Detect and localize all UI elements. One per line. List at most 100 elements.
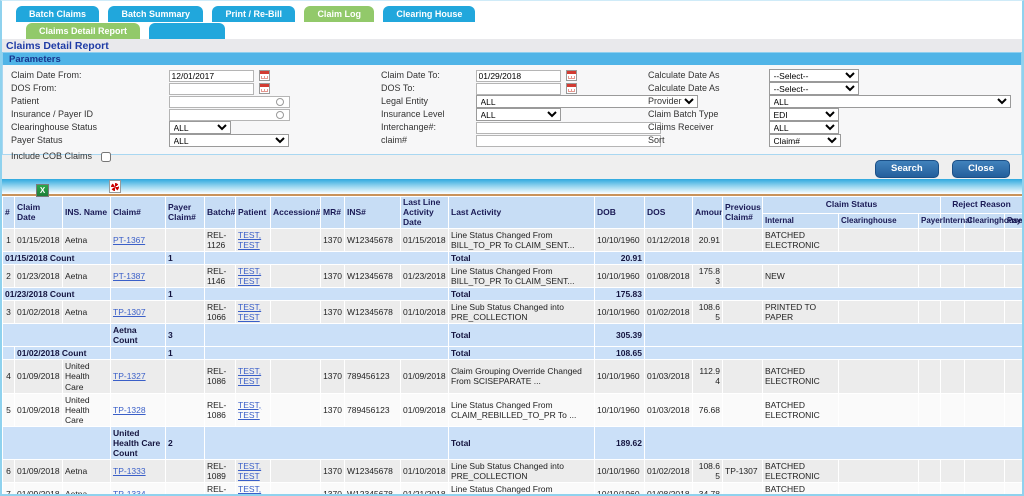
cell-st-payer	[917, 458, 942, 483]
cell-prev-claim: TP-1307	[722, 458, 763, 483]
col-header-last-activity: Last Activity	[448, 195, 595, 230]
total-label: Total	[448, 251, 595, 266]
claim-link[interactable]: PT-1367	[113, 235, 145, 245]
cell-st-internal: BATCHED ELECTRONIC	[762, 359, 839, 394]
cell-st-payer	[917, 392, 942, 427]
total-amount: 20.91	[594, 251, 645, 266]
col-header-row-number: #	[2, 195, 15, 230]
cell-accession	[270, 481, 321, 494]
col-header-claim-date: Claim Date	[14, 195, 63, 230]
cell-ins: W12345678	[344, 481, 401, 494]
cell-claim-date: 01/09/2018	[14, 458, 63, 483]
sort-select[interactable]: Claim#	[768, 134, 841, 148]
parameters-section-header: Parameters	[2, 52, 1022, 65]
cell-blank	[2, 425, 111, 460]
claims-receiver-select[interactable]: ALL	[768, 121, 839, 135]
dos-to-input[interactable]	[475, 82, 561, 95]
insurance-payer-id-input[interactable]	[168, 108, 290, 121]
cell-amount: 34.78	[692, 481, 723, 494]
col-header-accession: Accession#	[270, 195, 321, 230]
cell-accession	[270, 228, 321, 253]
col-header-amount: Amount	[692, 195, 723, 230]
search-button[interactable]: Search	[874, 160, 939, 178]
pdf-export-icon[interactable]	[109, 180, 121, 193]
cell-mr: 1370	[320, 228, 345, 253]
cell-st-ch	[838, 300, 919, 325]
payer-status-select[interactable]: ALL	[168, 134, 289, 148]
subtab-blank[interactable]	[149, 23, 226, 39]
patient-link[interactable]: TEST, TEST	[238, 400, 261, 420]
calendar-icon[interactable]	[566, 83, 578, 95]
insurance-level-select[interactable]: ALL	[475, 108, 561, 122]
patient-input[interactable]	[168, 95, 290, 108]
cell-rj-payer	[1004, 264, 1022, 289]
cell-patient: TEST, TEST	[235, 264, 271, 289]
patient-link[interactable]: TEST, TEST	[238, 461, 261, 481]
interchange-input[interactable]	[475, 121, 661, 134]
calendar-icon[interactable]	[566, 70, 578, 82]
tab-batch-summary[interactable]: Batch Summary	[108, 6, 204, 22]
tab-clearing-house[interactable]: Clearing House	[383, 6, 476, 22]
clearinghouse-status-select[interactable]: ALL	[168, 121, 231, 135]
patient-link[interactable]: TEST, TEST	[238, 366, 261, 386]
cell-claim-date: 01/15/2018	[14, 228, 63, 253]
total-amount: 189.62	[594, 425, 645, 460]
total-amount: 175.83	[594, 287, 645, 302]
cell-amount: 76.68	[692, 392, 723, 427]
claim-date-to-input[interactable]	[475, 69, 561, 82]
patient-label: Patient	[11, 96, 40, 107]
cell-claim-date: 01/09/2018	[14, 481, 63, 494]
cell-rj-payer	[1004, 359, 1022, 394]
subtab-claims-detail-report[interactable]: Claims Detail Report	[26, 23, 141, 39]
patient-link[interactable]: TEST, TEST	[238, 266, 261, 286]
cell-st-internal: BATCHED ELECTRONIC	[762, 228, 839, 253]
excel-export-icon[interactable]: X	[36, 184, 49, 197]
include-cob-claims-checkbox[interactable]	[100, 151, 111, 162]
cell-rj-ch	[964, 481, 1006, 494]
cell-prev-claim	[722, 359, 763, 394]
calculate-date-as-select-2[interactable]: --Select--	[768, 82, 859, 96]
cell-num: 6	[2, 458, 15, 483]
calendar-icon[interactable]	[259, 70, 271, 82]
include-cob-claims-label: Include COB Claims	[11, 151, 93, 161]
claim-link[interactable]: TP-1327	[113, 371, 146, 381]
cell-rj-ch	[964, 392, 1006, 427]
cell-dob: 10/10/1960	[594, 359, 645, 394]
cell-batch: REL-1086	[204, 359, 236, 394]
search-lookup-icon[interactable]	[275, 110, 284, 119]
close-button[interactable]: Close	[952, 160, 1010, 178]
claim-link[interactable]: TP-1334	[113, 489, 146, 494]
cell-patient: TEST, TEST	[235, 458, 271, 483]
claim-link[interactable]: PT-1387	[113, 271, 145, 281]
claim-batch-type-select[interactable]: EDI	[768, 108, 839, 122]
cell-patient: TEST, TEST	[235, 359, 271, 394]
calculate-date-as-label-1: Calculate Date As	[648, 70, 720, 81]
sub-header-status-internal: Internal	[762, 212, 839, 230]
tab-claim-log[interactable]: Claim Log	[304, 6, 374, 22]
count-label: United Health Care Count	[110, 425, 166, 460]
cell-claim-date: 01/02/2018	[14, 300, 63, 325]
patient-link[interactable]: TEST, TEST	[238, 484, 261, 494]
tab-batch-claims[interactable]: Batch Claims	[16, 6, 100, 22]
count-label: Aetna Count	[110, 323, 166, 348]
cell-accession	[270, 300, 321, 325]
claim-link[interactable]: TP-1328	[113, 405, 146, 415]
patient-link[interactable]: TEST, TEST	[238, 230, 261, 250]
calculate-date-as-select-1[interactable]: --Select--	[768, 69, 859, 83]
cell-rj-ch	[964, 264, 1006, 289]
tab-print-rebill[interactable]: Print / Re-Bill	[212, 6, 295, 22]
claims-receiver-label: Claims Receiver	[648, 122, 714, 133]
claim-link[interactable]: TP-1333	[113, 466, 146, 476]
claim-date-from-input[interactable]	[168, 69, 254, 82]
cell-accession	[270, 264, 321, 289]
total-amount: 108.65	[594, 346, 645, 361]
claim-link[interactable]: TP-1307	[113, 307, 146, 317]
search-lookup-icon[interactable]	[275, 97, 284, 106]
provider-select[interactable]: ALL	[768, 95, 1011, 109]
claim-number-input[interactable]	[475, 134, 661, 147]
cell-batch: REL-1089	[204, 481, 236, 494]
dos-from-input[interactable]	[168, 82, 254, 95]
calendar-icon[interactable]	[259, 83, 271, 95]
patient-link[interactable]: TEST, TEST	[238, 302, 261, 322]
cell-batch: REL-1066	[204, 300, 236, 325]
